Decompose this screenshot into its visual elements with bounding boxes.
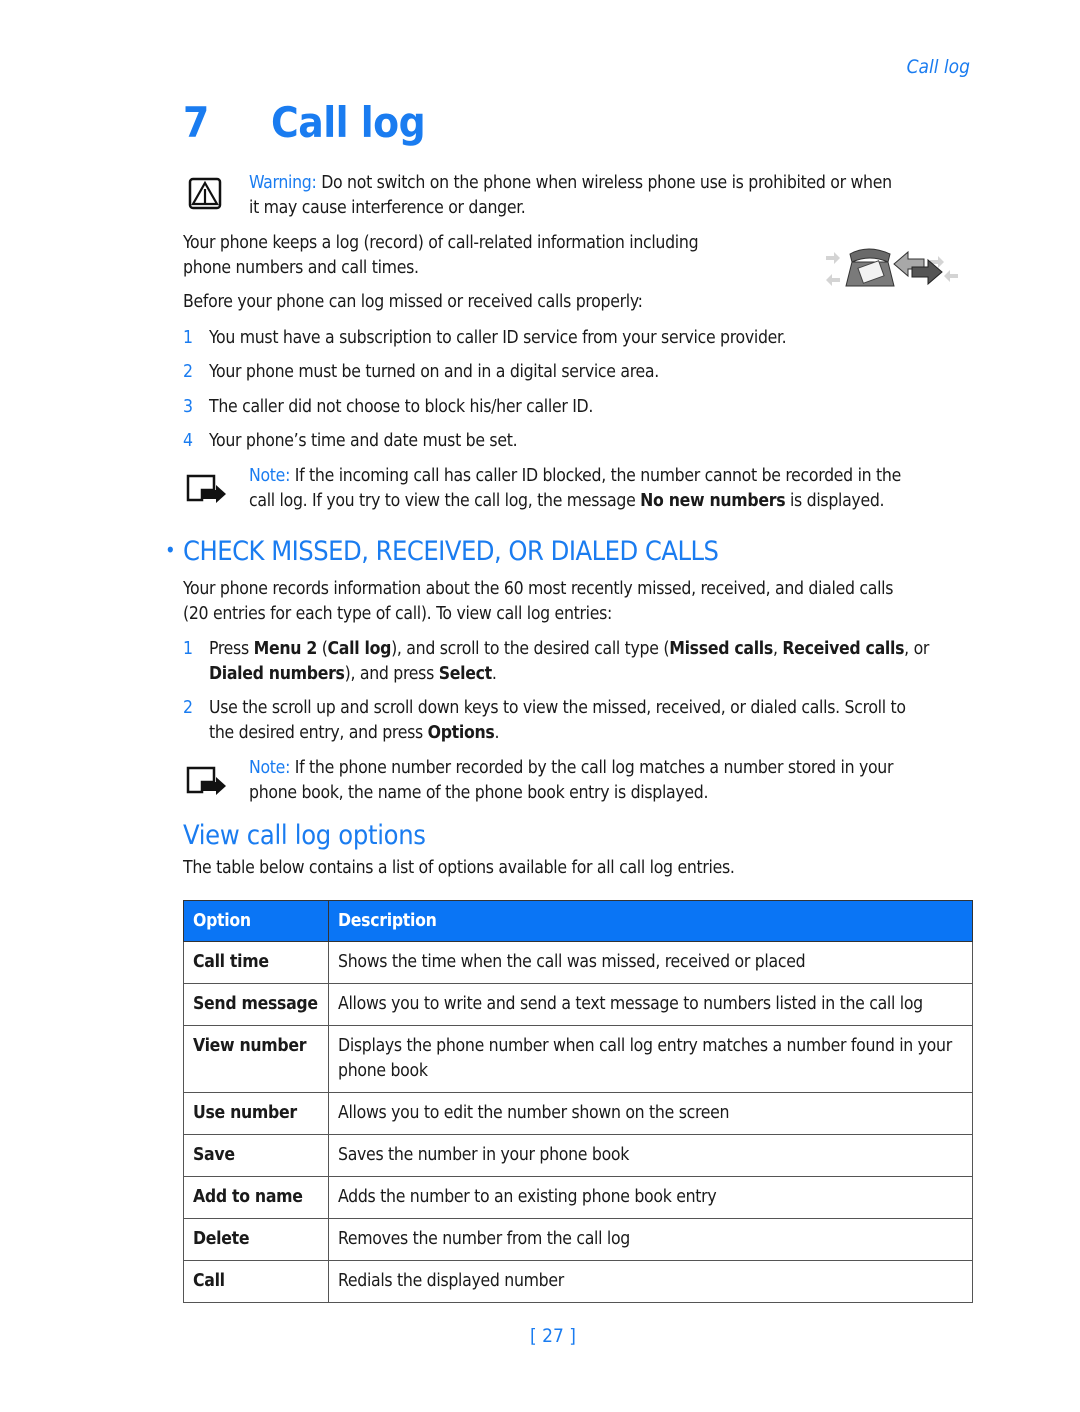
table-header-row: Option Description [183, 900, 973, 942]
section-paragraph: Your phone records information about the… [183, 579, 894, 624]
note-label: Note: [249, 466, 291, 486]
header-option: Option [183, 900, 329, 942]
warning-text: Warning: Do not switch on the phone when… [249, 173, 892, 218]
options-table: Option Description Call time Shows the t… [183, 900, 973, 1303]
subsection-paragraph: The table below contains a list of optio… [183, 858, 735, 878]
warning-triangle-icon [188, 177, 222, 211]
note-arrow-icon [186, 474, 230, 504]
table-row: Add to name Adds the number to an existi… [183, 1176, 973, 1219]
table-row: Call time Shows the time when the call w… [183, 941, 973, 984]
note-phone-book: Note: If the phone number recorded by th… [249, 758, 894, 803]
note-arrow-icon [186, 766, 230, 796]
prereq-intro: Before your phone can log missed or rece… [183, 292, 643, 312]
note-caller-id: Note: If the incoming call has caller ID… [249, 466, 901, 511]
prereq-item: 4 Your phone’s time and date must be set. [183, 431, 518, 451]
table-row: Save Saves the number in your phone book [183, 1134, 973, 1177]
section-heading: • CHECK MISSED, RECEIVED, OR DIALED CALLS [165, 536, 719, 567]
prereq-item: 1 You must have a subscription to caller … [183, 328, 787, 348]
table-row: Call Redials the displayed number [183, 1260, 973, 1303]
phone-with-arrows-icon [822, 240, 962, 292]
step-item: 2 Use the scroll up and scroll down keys… [183, 698, 906, 743]
chapter-number: 7 [183, 98, 209, 147]
intro-paragraph: Your phone keeps a log (record) of call-… [183, 233, 699, 278]
note-label: Note: [249, 758, 291, 778]
table-row: Delete Removes the number from the call … [183, 1218, 973, 1261]
subsection-heading: View call log options [183, 820, 426, 851]
table-row: Send message Allows you to write and sen… [183, 983, 973, 1026]
chapter-title: 7 Call log [183, 98, 426, 147]
warning-label: Warning: [249, 173, 317, 193]
step-item: 1 Press Menu 2 (Call log), and scroll to… [183, 639, 930, 684]
page-number: [ 27 ] [530, 1325, 576, 1347]
table-row: Use number Allows you to edit the number… [183, 1092, 973, 1135]
header-description: Description [328, 900, 973, 942]
prereq-item: 2 Your phone must be turned on and in a d… [183, 362, 659, 382]
running-head: Call log [906, 56, 970, 78]
prereq-item: 3 The caller did not choose to block his/… [183, 397, 594, 417]
chapter-title-text: Call log [271, 98, 426, 147]
table-row: View number Displays the phone number wh… [183, 1025, 973, 1093]
